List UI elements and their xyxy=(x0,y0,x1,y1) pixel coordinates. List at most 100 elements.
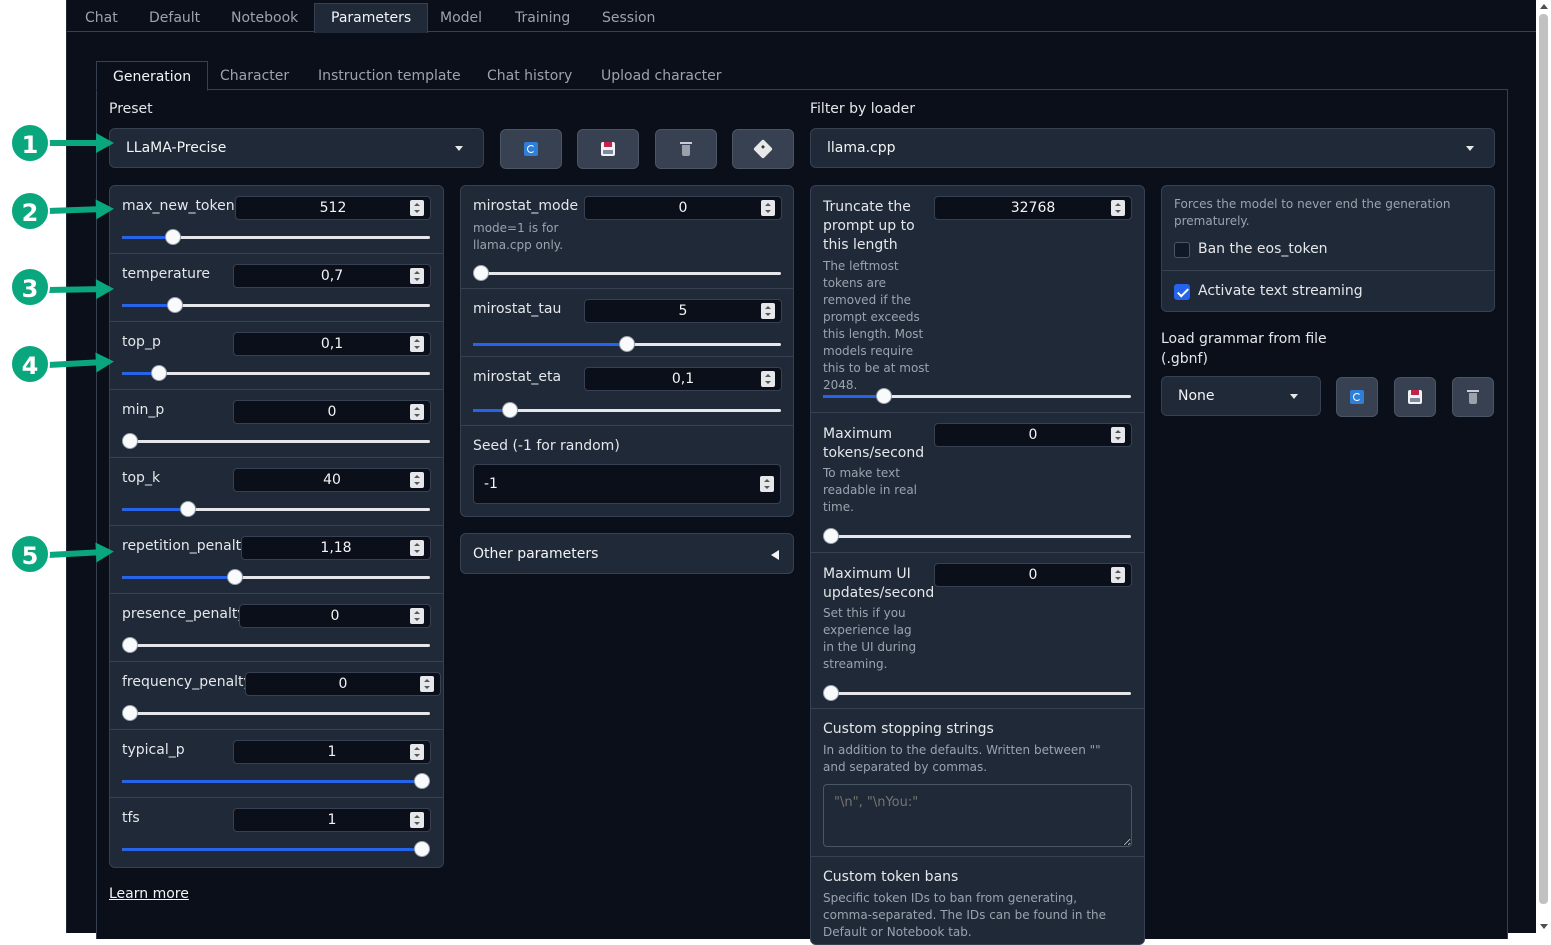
spinner-icon[interactable] xyxy=(1111,200,1125,216)
ban-eos-checkbox[interactable] xyxy=(1174,242,1190,258)
slider-handle[interactable] xyxy=(414,773,430,789)
slider-row-repetition-penalty: repetition_penalty 1,18 xyxy=(110,526,443,594)
number-input[interactable]: 1 xyxy=(233,808,431,832)
spinner-icon[interactable] xyxy=(761,200,775,216)
number-input[interactable]: 0 xyxy=(233,400,431,424)
spinner-icon[interactable] xyxy=(410,200,424,216)
streaming-checkbox[interactable] xyxy=(1174,284,1190,300)
range-slider[interactable] xyxy=(122,569,430,585)
tab-instruction-template[interactable]: Instruction template xyxy=(302,61,477,91)
slider-handle[interactable] xyxy=(823,528,839,544)
preset-random-button[interactable] xyxy=(732,129,794,169)
number-input[interactable]: 512 xyxy=(235,196,431,220)
page-scrollbar[interactable] xyxy=(1536,0,1551,933)
scroll-down-arrow-icon[interactable] xyxy=(1540,924,1548,929)
range-slider[interactable] xyxy=(122,229,430,245)
tab-character[interactable]: Character xyxy=(204,61,305,91)
grammar-save-button[interactable] xyxy=(1394,377,1436,417)
spinner-icon[interactable] xyxy=(410,608,424,624)
tab-generation[interactable]: Generation xyxy=(96,61,209,91)
number-input[interactable]: 0 xyxy=(239,604,431,628)
slider-handle[interactable] xyxy=(619,336,635,352)
tab-chat[interactable]: Chat xyxy=(69,4,134,32)
slider-handle[interactable] xyxy=(473,265,489,281)
scroll-up-arrow-icon[interactable] xyxy=(1540,4,1548,9)
range-slider[interactable] xyxy=(122,365,430,381)
tab-notebook[interactable]: Notebook xyxy=(215,4,314,32)
tab-model[interactable]: Model xyxy=(424,4,498,32)
slider-label: top_p xyxy=(122,334,161,350)
slider-handle[interactable] xyxy=(823,685,839,701)
tab-upload-character[interactable]: Upload character xyxy=(585,61,738,91)
slider-label: top_k xyxy=(122,470,161,486)
preset-refresh-button[interactable] xyxy=(500,129,562,169)
tab-session[interactable]: Session xyxy=(586,4,671,32)
number-input[interactable]: 0 xyxy=(245,672,441,696)
number-input[interactable]: 5 xyxy=(584,299,782,323)
spinner-icon[interactable] xyxy=(1111,567,1125,583)
range-slider[interactable] xyxy=(122,773,430,789)
number-input[interactable]: 0,1 xyxy=(233,332,431,356)
slider-handle[interactable] xyxy=(876,388,892,404)
range-slider[interactable] xyxy=(122,433,430,449)
range-slider[interactable] xyxy=(122,501,430,517)
slider-handle[interactable] xyxy=(180,501,196,517)
seed-input[interactable]: -1 xyxy=(473,464,781,504)
number-input[interactable]: 0,7 xyxy=(233,264,431,288)
spinner-icon[interactable] xyxy=(761,371,775,387)
max-tokens-second-slider[interactable] xyxy=(823,528,1131,544)
spinner-icon[interactable] xyxy=(410,472,424,488)
max-tokens-second-input[interactable]: 0 xyxy=(934,423,1132,447)
range-slider[interactable] xyxy=(122,841,430,857)
max-ui-updates-slider[interactable] xyxy=(823,685,1131,701)
spinner-icon[interactable] xyxy=(1111,427,1125,443)
slider-handle[interactable] xyxy=(414,841,430,857)
number-input[interactable]: 0,1 xyxy=(584,367,782,391)
spinner-icon[interactable] xyxy=(761,303,775,319)
max-ui-updates-input[interactable]: 0 xyxy=(934,563,1132,587)
slider-handle[interactable] xyxy=(227,569,243,585)
loader-filter-dropdown[interactable]: llama.cpp xyxy=(810,128,1495,168)
tab-chat-history[interactable]: Chat history xyxy=(471,61,588,91)
preset-dropdown[interactable]: LLaMA-Precise xyxy=(109,128,484,168)
range-slider[interactable] xyxy=(122,297,430,313)
grammar-refresh-button[interactable] xyxy=(1336,377,1378,417)
truncate-input[interactable]: 32768 xyxy=(934,196,1132,220)
tab-default[interactable]: Default xyxy=(133,4,216,32)
spinner-icon[interactable] xyxy=(410,744,424,760)
slider-handle[interactable] xyxy=(122,705,138,721)
range-slider[interactable] xyxy=(122,705,430,721)
slider-handle[interactable] xyxy=(165,229,181,245)
slider-handle[interactable] xyxy=(122,433,138,449)
stopping-strings-input[interactable] xyxy=(823,784,1132,847)
number-input[interactable]: 1 xyxy=(233,740,431,764)
tab-parameters[interactable]: Parameters xyxy=(314,3,429,33)
grammar-delete-button[interactable] xyxy=(1452,377,1494,417)
slider-handle[interactable] xyxy=(502,402,518,418)
spinner-icon[interactable] xyxy=(410,404,424,420)
number-input[interactable]: 40 xyxy=(233,468,431,492)
grammar-dropdown[interactable]: None xyxy=(1161,376,1321,416)
truncate-slider[interactable] xyxy=(823,388,1131,404)
spinner-icon[interactable] xyxy=(410,812,424,828)
spinner-icon[interactable] xyxy=(760,476,774,492)
range-slider[interactable] xyxy=(473,336,781,352)
scroll-thumb[interactable] xyxy=(1539,14,1548,904)
slider-handle[interactable] xyxy=(151,365,167,381)
spinner-icon[interactable] xyxy=(410,336,424,352)
number-input[interactable]: 1,18 xyxy=(241,536,431,560)
preset-save-button[interactable] xyxy=(577,129,639,169)
range-slider[interactable] xyxy=(473,402,781,418)
preset-delete-button[interactable] xyxy=(655,129,717,169)
number-input[interactable]: 0 xyxy=(584,196,782,220)
learn-more-link[interactable]: Learn more xyxy=(109,886,189,902)
other-parameters-accordion[interactable]: Other parameters xyxy=(460,533,794,574)
range-slider[interactable] xyxy=(122,637,430,653)
spinner-icon[interactable] xyxy=(410,540,424,556)
slider-handle[interactable] xyxy=(122,637,138,653)
tab-training[interactable]: Training xyxy=(499,4,586,32)
spinner-icon[interactable] xyxy=(410,268,424,284)
range-slider[interactable] xyxy=(473,265,781,281)
slider-handle[interactable] xyxy=(167,297,183,313)
spinner-icon[interactable] xyxy=(420,676,434,692)
